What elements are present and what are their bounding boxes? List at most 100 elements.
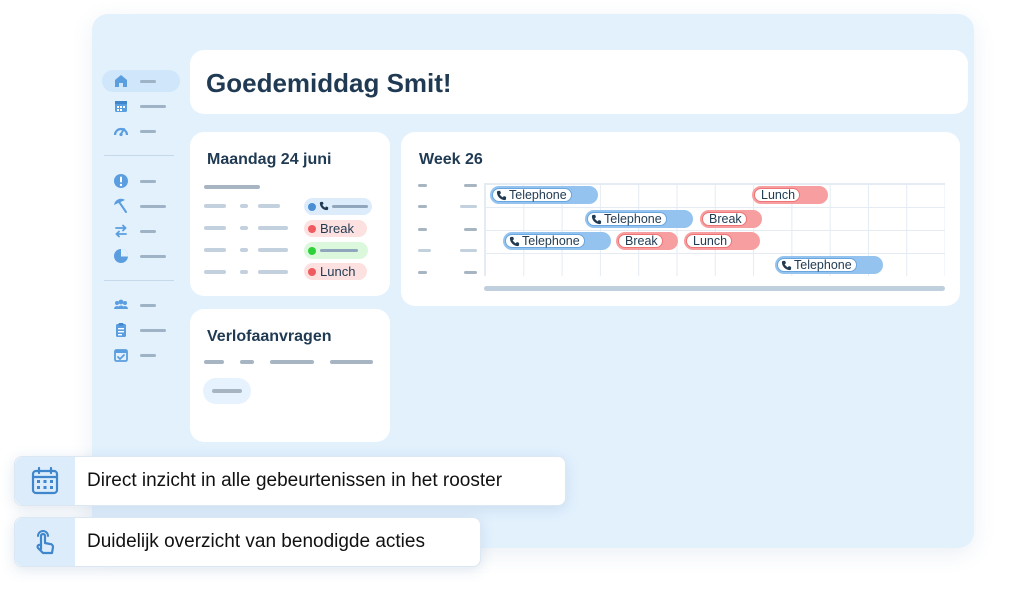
week-scrollbar[interactable] (484, 286, 945, 291)
day-event-lunch[interactable]: Lunch (304, 263, 367, 280)
event-label: Telephone (509, 188, 567, 202)
week-event[interactable]: Break (700, 210, 762, 228)
event-dot (308, 247, 316, 255)
clipboard-icon (116, 323, 126, 337)
day-event-green[interactable] (304, 242, 368, 259)
placeholder-line (418, 228, 427, 231)
sidebar-item-label (140, 354, 156, 357)
sidebar-item-label (140, 255, 166, 258)
sidebar-item-label (140, 105, 166, 108)
sidebar-item-swap[interactable] (102, 220, 180, 242)
placeholder-line (240, 270, 248, 274)
placeholder-line (330, 360, 373, 364)
sidebar-item-label (140, 205, 166, 208)
placeholder-line (240, 360, 254, 364)
placeholder-line (204, 226, 226, 230)
feature-icon-box (15, 518, 75, 566)
calendar-icon (115, 101, 127, 112)
placeholder-line (204, 185, 260, 189)
day-title: Maandag 24 juni (207, 151, 332, 168)
placeholder-line (258, 248, 288, 252)
swap-icon (115, 224, 127, 238)
feature-callout-schedule: Direct inzicht in alle gebeurtenissen in… (14, 456, 566, 506)
day-event-phone[interactable] (304, 198, 372, 215)
week-event[interactable]: Telephone (490, 186, 598, 204)
feature-text: Duidelijk overzicht van benodigde acties (87, 531, 425, 552)
sidebar-item-label (140, 230, 156, 233)
placeholder-line (270, 360, 314, 364)
week-event[interactable]: Lunch (752, 186, 828, 204)
leave-request-chip[interactable] (203, 378, 251, 404)
sidebar-item-label (140, 130, 156, 133)
placeholder-line (464, 228, 477, 231)
sidebar-divider (104, 280, 174, 281)
event-label: Break (320, 221, 354, 236)
placeholder-line (460, 249, 477, 252)
leave-requests-card[interactable]: Verlofaanvragen (190, 309, 390, 442)
placeholder-line (240, 226, 248, 230)
sidebar-item-home[interactable] (102, 70, 180, 92)
event-chip: Telephone (492, 188, 572, 202)
sidebar-divider (104, 155, 174, 156)
placeholder-line (240, 204, 248, 208)
event-dot (308, 268, 316, 276)
event-chip: Lunch (686, 234, 733, 248)
event-label: Telephone (604, 212, 662, 226)
placeholder-line (320, 249, 358, 252)
feature-callout-actions: Duidelijk overzicht van benodigde acties (14, 517, 481, 567)
placeholder-line (418, 249, 431, 252)
sidebar-item-label (140, 329, 166, 332)
placeholder-line (258, 270, 288, 274)
placeholder-line (418, 271, 427, 274)
event-chip: Lunch (754, 188, 801, 202)
placeholder-line (204, 204, 226, 208)
event-label: Lunch (761, 188, 796, 202)
placeholder-line (204, 270, 226, 274)
phone-icon (781, 260, 792, 270)
placeholder-line (204, 360, 224, 364)
week-event[interactable]: Telephone (503, 232, 611, 250)
event-label: Telephone (794, 258, 852, 272)
phone-icon (591, 214, 602, 224)
event-dot (308, 225, 316, 233)
event-chip: Telephone (777, 258, 857, 272)
event-label: Telephone (522, 234, 580, 248)
sidebar-item-label (140, 304, 156, 307)
calendar-check-icon (114, 349, 128, 362)
sidebar-item-calendar[interactable] (102, 95, 180, 117)
day-event-break[interactable]: Break (304, 220, 367, 237)
phone-icon (319, 201, 329, 211)
page-title: Goedemiddag Smit! (206, 68, 452, 98)
alert-icon (114, 174, 128, 188)
event-dot (308, 203, 316, 211)
event-chip: Break (618, 234, 663, 248)
event-label: Lunch (320, 264, 356, 279)
feature-text: Direct inzicht in alle gebeurtenissen in… (87, 470, 503, 491)
pie-chart-icon (114, 249, 128, 263)
placeholder-line (258, 204, 280, 208)
placeholder-line (464, 184, 477, 187)
event-chip: Telephone (587, 212, 667, 226)
week-event[interactable]: Telephone (585, 210, 693, 228)
phone-icon (509, 236, 520, 246)
sidebar-item-availability[interactable] (102, 344, 180, 366)
dashboard-icon (113, 127, 129, 137)
event-chip: Break (702, 212, 747, 226)
sidebar-item-alerts[interactable] (102, 170, 180, 192)
week-event[interactable]: Lunch (684, 232, 760, 250)
sidebar-item-leave[interactable] (102, 195, 180, 217)
event-chip: Telephone (505, 234, 585, 248)
sidebar-item-tasks[interactable] (102, 319, 180, 341)
sidebar-item-team[interactable] (102, 294, 180, 316)
event-label: Break (709, 212, 742, 226)
week-event[interactable]: Break (616, 232, 678, 250)
calendar-grid-icon (31, 466, 59, 495)
greeting-card: Goedemiddag Smit! (190, 50, 968, 114)
sidebar-item-label (140, 80, 156, 83)
sidebar-item-dashboard[interactable] (102, 120, 180, 142)
placeholder-line (212, 389, 242, 393)
placeholder-line (418, 205, 427, 208)
sidebar-item-reports[interactable] (102, 245, 180, 267)
placeholder-line (240, 248, 248, 252)
week-event[interactable]: Telephone (775, 256, 883, 274)
